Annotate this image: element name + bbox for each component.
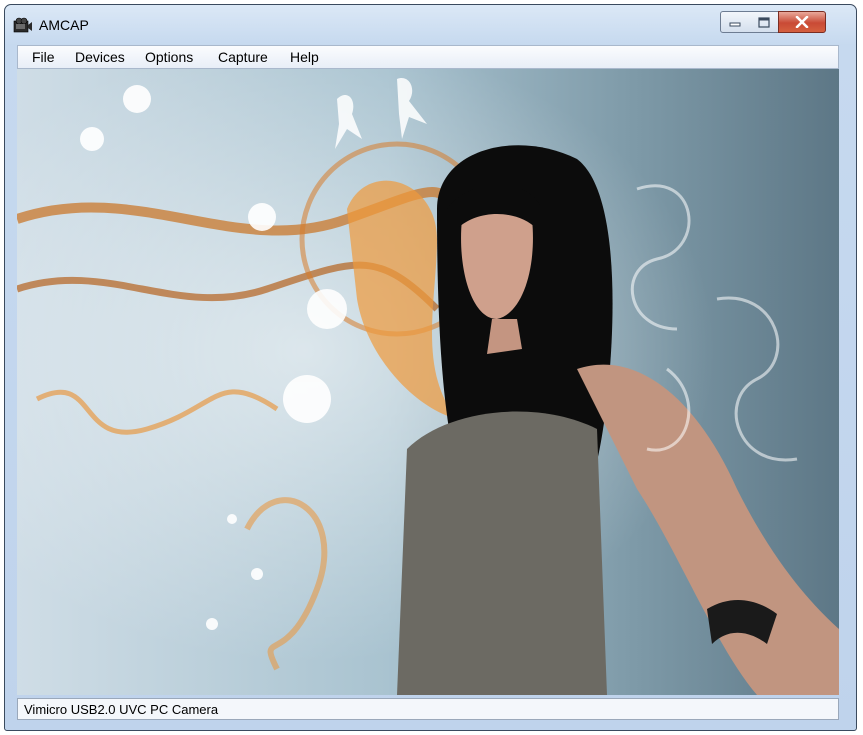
menu-devices[interactable]: Devices	[73, 49, 127, 65]
menu-help[interactable]: Help	[288, 49, 321, 65]
minimize-icon	[729, 22, 741, 27]
menu-capture[interactable]: Capture	[216, 49, 270, 65]
maximize-icon	[757, 16, 770, 28]
amcap-window: AMCAP File Devices Options Capture Help	[4, 4, 857, 731]
menu-options[interactable]: Options	[143, 49, 195, 65]
minimize-button[interactable]	[720, 11, 750, 33]
status-device-name: Vimicro USB2.0 UVC PC Camera	[24, 702, 219, 717]
close-button[interactable]	[778, 11, 826, 33]
preview-image	[17, 69, 839, 695]
camera-icon	[13, 17, 32, 33]
title-bar[interactable]: AMCAP	[5, 5, 856, 45]
status-bar: Vimicro USB2.0 UVC PC Camera	[17, 698, 839, 720]
window-title: AMCAP	[39, 17, 89, 33]
camera-preview	[17, 69, 839, 695]
close-icon	[795, 16, 809, 28]
menu-file[interactable]: File	[30, 49, 57, 65]
menu-bar: File Devices Options Capture Help	[17, 45, 839, 69]
maximize-button[interactable]	[749, 11, 779, 33]
